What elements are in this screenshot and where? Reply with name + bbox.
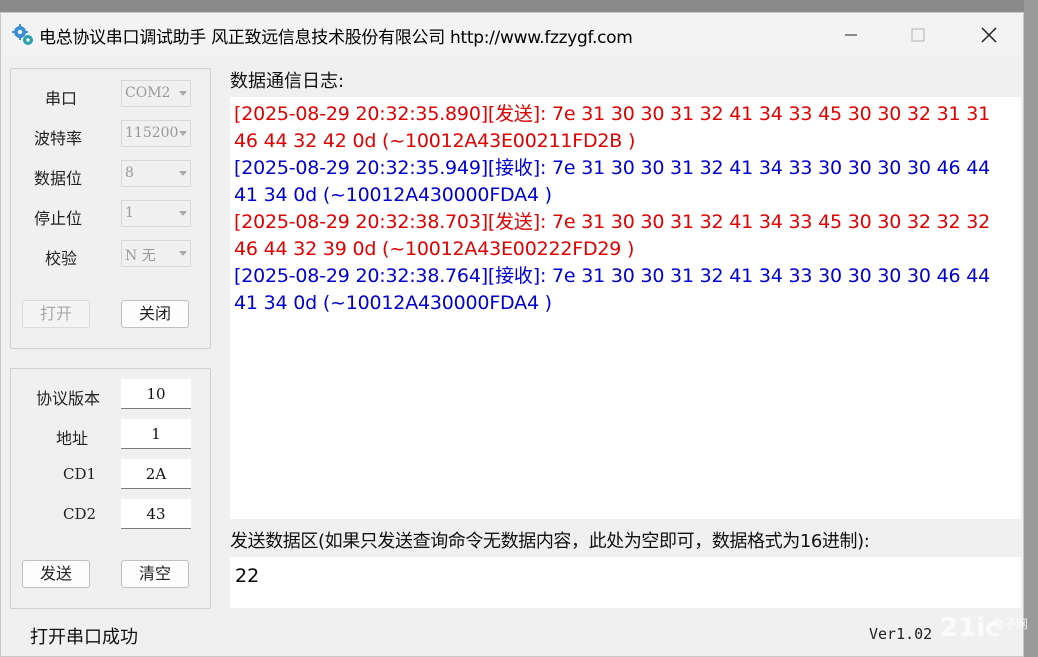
databits-label: 数据位: [33, 169, 82, 188]
version-text: Ver1.02: [869, 625, 933, 643]
send-area-label: 发送数据区(如果只发送查询命令无数据内容，此处为空即可，数据格式为16进制):: [230, 531, 870, 552]
port-value: COM2: [125, 85, 171, 101]
databits-select[interactable]: 8: [121, 160, 191, 187]
baud-label: 波特率: [33, 129, 82, 148]
protocol-group: 协议版本 10 地址 1 CD1 2A CD2 43 发送 清空: [10, 368, 211, 609]
cd1-field[interactable]: 2A: [121, 459, 191, 489]
address-label: 地址: [56, 429, 89, 448]
baud-select[interactable]: 115200: [121, 120, 191, 147]
cd1-label: CD1: [63, 465, 97, 483]
minimize-icon: [845, 34, 857, 36]
databits-value: 8: [125, 165, 134, 181]
svg-text:电子网: 电子网: [992, 617, 1028, 631]
version-label: 协议版本: [35, 389, 100, 408]
watermark: 21ic 电子网: [938, 606, 1028, 646]
serial-settings-group: 串口 COM2 波特率 115200 数据位 8 停止位 1 校验 N 无 打开…: [10, 68, 211, 349]
parity-select[interactable]: N 无: [121, 240, 191, 267]
chevron-down-icon: [179, 131, 187, 136]
cd2-label: CD2: [63, 505, 97, 523]
version-field[interactable]: 10: [121, 379, 191, 409]
stopbits-value: 1: [125, 205, 134, 221]
close-port-button[interactable]: 关闭: [121, 300, 189, 328]
port-select[interactable]: COM2: [121, 80, 191, 107]
main-window: 电总协议串口调试助手 风正致远信息技术股份有限公司 http://www.fzz…: [0, 12, 1024, 657]
chevron-down-icon: [179, 251, 187, 256]
parity-label: 校验: [45, 249, 78, 268]
log-label: 数据通信日志:: [230, 71, 345, 92]
address-field[interactable]: 1: [121, 419, 191, 449]
stopbits-label: 停止位: [33, 209, 82, 228]
parity-value: N 无: [125, 248, 156, 264]
watermark-logo: 21ic 电子网: [940, 613, 1028, 643]
title-bar: 电总协议串口调试助手 风正致远信息技术股份有限公司 http://www.fzz…: [1, 13, 1023, 57]
cd2-field[interactable]: 43: [121, 499, 191, 529]
chevron-down-icon: [179, 211, 187, 216]
log-entry-received: [2025-08-29 20:32:38.764][接收]: 7e 31 30 …: [234, 265, 990, 314]
log-entry-sent: [2025-08-29 20:32:38.703][发送]: 7e 31 30 …: [234, 211, 990, 260]
close-button[interactable]: [954, 13, 1024, 57]
send-button[interactable]: 发送: [22, 560, 90, 588]
log-entry-received: [2025-08-29 20:32:35.949][接收]: 7e 31 30 …: [234, 157, 990, 206]
maximize-icon: [911, 28, 925, 42]
log-textarea[interactable]: [2025-08-29 20:32:35.890][发送]: 7e 31 30 …: [230, 97, 1021, 519]
chevron-down-icon: [179, 91, 187, 96]
port-label: 串口: [45, 89, 78, 108]
minimize-button[interactable]: [816, 13, 886, 57]
baud-value: 115200: [125, 125, 179, 141]
chevron-down-icon: [179, 171, 187, 176]
open-port-button[interactable]: 打开: [22, 300, 90, 328]
log-entry-sent: [2025-08-29 20:32:35.890][发送]: 7e 31 30 …: [234, 103, 990, 152]
close-icon: [981, 27, 997, 43]
status-text: 打开串口成功: [30, 627, 138, 648]
gears-app-icon: [12, 24, 33, 45]
stopbits-select[interactable]: 1: [121, 200, 191, 227]
send-data-input[interactable]: 22: [230, 557, 1021, 608]
background-strip: [1024, 0, 1038, 657]
clear-button[interactable]: 清空: [121, 560, 189, 588]
window-title: 电总协议串口调试助手 风正致远信息技术股份有限公司 http://www.fzz…: [39, 28, 633, 48]
maximize-button[interactable]: [883, 13, 953, 57]
